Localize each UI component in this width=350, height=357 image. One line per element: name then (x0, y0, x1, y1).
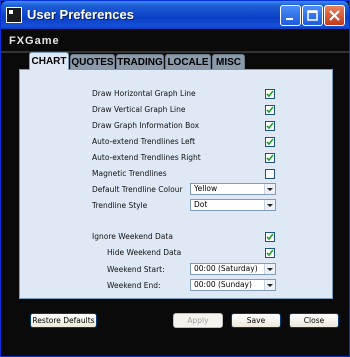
weekend-start-value: 00:00 (Saturday) (194, 264, 258, 273)
trend-style-value: Dot (194, 200, 208, 209)
draw-horizontal-label: Draw Horizontal Graph Line (92, 89, 196, 98)
close-window-button[interactable] (324, 5, 345, 26)
title-bar[interactable]: User Preferences (1, 1, 349, 29)
tab-chart[interactable]: CHART (29, 52, 69, 70)
weekend-start-label: Weekend Start: (107, 265, 165, 274)
extend-right-checkbox[interactable] (265, 153, 275, 163)
checkmark-icon (266, 249, 274, 257)
checkmark-icon (266, 138, 274, 146)
checkmark-icon (266, 122, 274, 130)
checkmark-icon (266, 90, 274, 98)
window-title: User Preferences (27, 7, 134, 22)
dropdown-arrow[interactable] (264, 264, 275, 274)
tab-trading[interactable]: TRADING (116, 54, 164, 70)
save-button[interactable]: Save (231, 313, 281, 328)
restore-defaults-button[interactable]: Restore Defaults (30, 313, 97, 328)
trend-style-select[interactable]: Dot (190, 199, 276, 211)
brand-logo: FXGame (9, 35, 60, 47)
chevron-down-icon (267, 188, 273, 191)
apply-button[interactable]: Apply (173, 313, 223, 328)
chevron-down-icon (267, 284, 273, 287)
trend-colour-label: Default Trendline Colour (92, 185, 183, 194)
dropdown-arrow[interactable] (264, 280, 275, 290)
extend-left-checkbox[interactable] (265, 137, 275, 147)
dropdown-arrow[interactable] (264, 200, 275, 210)
ignore-weekend-label: Ignore Weekend Data (92, 232, 173, 241)
checkmark-icon (266, 106, 274, 114)
trend-style-label: Trendline Style (92, 201, 148, 210)
trend-colour-select[interactable]: Yellow (190, 183, 276, 195)
draw-horizontal-checkbox[interactable] (265, 89, 275, 99)
user-preferences-window: User Preferences FXGame CHART QUOTES TRA… (0, 0, 350, 357)
checkmark-icon (266, 233, 274, 241)
weekend-start-select[interactable]: 00:00 (Saturday) (190, 263, 276, 275)
trend-colour-value: Yellow (194, 184, 218, 193)
weekend-end-select[interactable]: 00:00 (Sunday) (190, 279, 276, 291)
chevron-down-icon (267, 204, 273, 207)
draw-vertical-checkbox[interactable] (265, 105, 275, 115)
draw-vertical-label: Draw Vertical Graph Line (92, 105, 186, 114)
maximize-icon (307, 10, 318, 21)
minimize-icon (286, 18, 293, 20)
hide-weekend-label: Hide Weekend Data (107, 248, 182, 257)
app-icon (6, 7, 22, 23)
tab-quotes[interactable]: QUOTES (70, 54, 115, 70)
extend-left-label: Auto-extend Trendlines Left (92, 137, 196, 146)
draw-info-box-label: Draw Graph Information Box (92, 121, 200, 130)
hide-weekend-checkbox[interactable] (265, 248, 275, 258)
chevron-down-icon (267, 268, 273, 271)
draw-info-box-checkbox[interactable] (265, 121, 275, 131)
maximize-button[interactable] (302, 5, 323, 26)
checkmark-icon (266, 154, 274, 162)
magnetic-label: Magnetic Trendlines (92, 169, 167, 178)
magnetic-checkbox[interactable] (265, 169, 275, 179)
tab-misc[interactable]: MISC (212, 54, 245, 70)
weekend-end-value: 00:00 (Sunday) (194, 280, 252, 289)
weekend-end-label: Weekend End: (107, 281, 161, 290)
ignore-weekend-checkbox[interactable] (265, 232, 275, 242)
minimize-button[interactable] (280, 5, 301, 26)
dropdown-arrow[interactable] (264, 184, 275, 194)
tab-locale[interactable]: LOCALE (165, 54, 211, 70)
close-button[interactable]: Close (289, 313, 339, 328)
close-icon (329, 10, 340, 21)
extend-right-label: Auto-extend Trendlines Right (92, 153, 201, 162)
chart-settings-panel (19, 69, 333, 299)
